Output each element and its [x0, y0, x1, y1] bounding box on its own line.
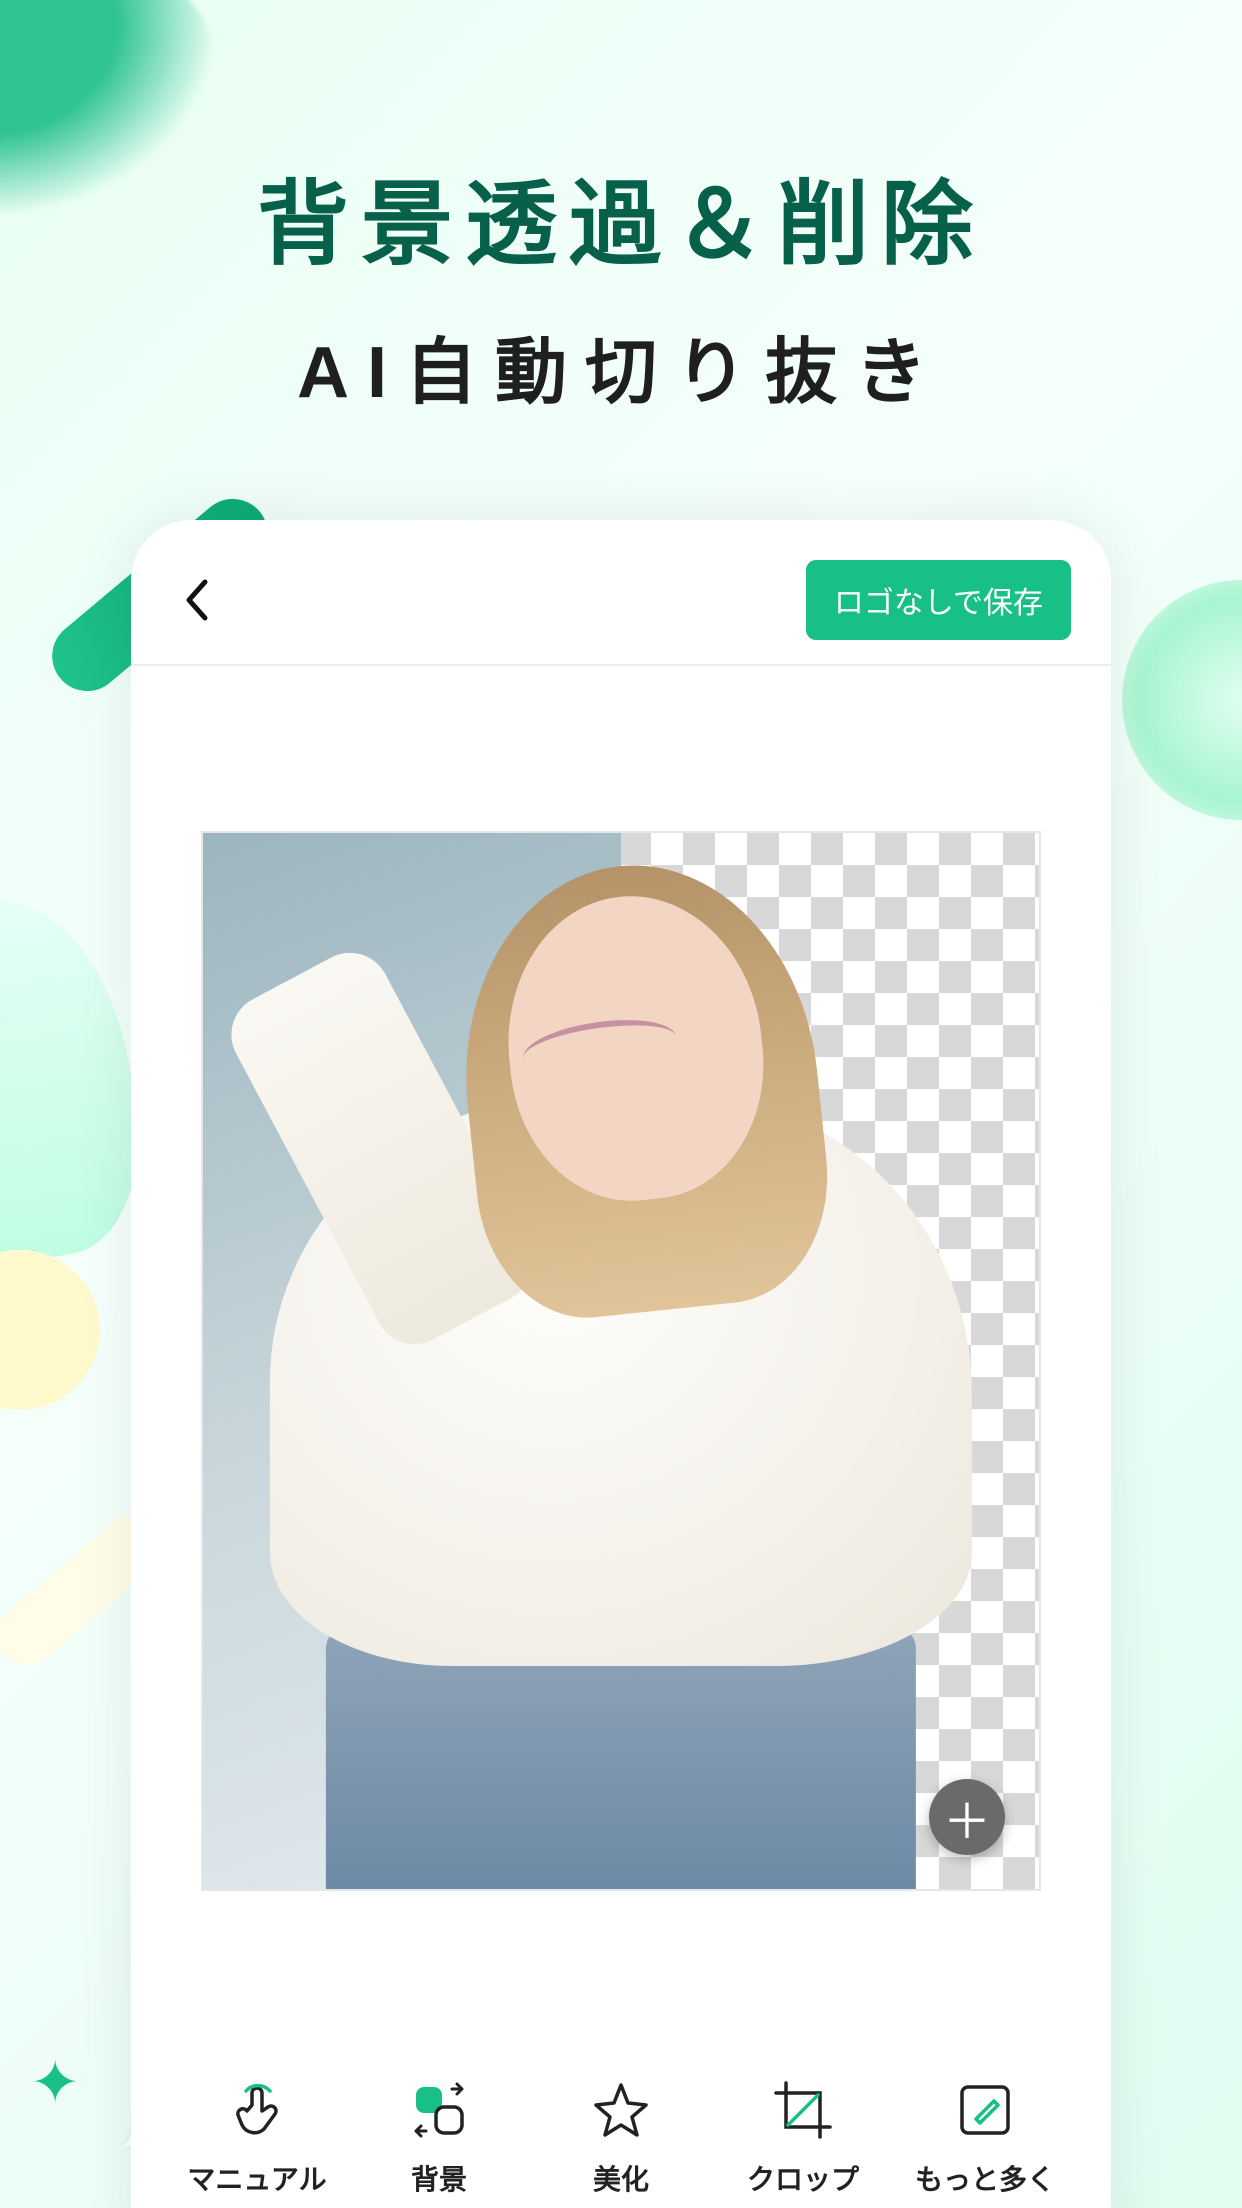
hand-tap-icon: [225, 2078, 289, 2142]
tool-beautify[interactable]: 美化: [531, 2078, 711, 2198]
promo-background: ✦ ✦ 背景透過＆削除 AI自動切り抜き ロゴなしで保存: [0, 0, 1242, 2208]
background-swap-icon: [407, 2078, 471, 2142]
tool-manual[interactable]: マニュアル: [167, 2078, 347, 2198]
subject-cutout: [270, 875, 972, 1889]
tool-crop[interactable]: クロップ: [713, 2078, 893, 2198]
add-button[interactable]: ＋: [929, 1779, 1005, 1855]
image-canvas[interactable]: ＋: [201, 831, 1041, 1891]
blob-decoration: [1122, 580, 1242, 820]
promo-subheadline: AI自動切り抜き: [257, 313, 985, 418]
plus-icon: ＋: [943, 1782, 991, 1852]
tool-label: 美化: [593, 2158, 649, 2198]
edit-icon: [953, 2078, 1017, 2142]
blob-decoration: [0, 1250, 100, 1410]
tool-background[interactable]: 背景: [349, 2078, 529, 2198]
save-without-logo-button[interactable]: ロゴなしで保存: [806, 560, 1071, 640]
chevron-left-icon: [181, 576, 211, 624]
promo-title: 背景透過＆削除 AI自動切り抜き: [257, 150, 985, 418]
tool-label: もっと多く: [915, 2158, 1055, 2198]
top-bar: ロゴなしで保存: [131, 520, 1111, 666]
phone-frame: ロゴなしで保存 ＋: [131, 520, 1111, 2208]
back-button[interactable]: [171, 576, 221, 624]
canvas-area[interactable]: ＋: [131, 666, 1111, 2036]
bottom-toolbar: マニュアル 背景: [131, 2036, 1111, 2208]
promo-headline: 背景透過＆削除: [257, 150, 985, 283]
tool-label: 背景: [411, 2158, 467, 2198]
blob-decoration: [0, 0, 220, 220]
tool-more[interactable]: もっと多く: [895, 2078, 1075, 2198]
tool-label: マニュアル: [187, 2158, 326, 2198]
tool-label: クロップ: [747, 2158, 859, 2198]
crop-icon: [771, 2078, 835, 2142]
sparkle-icon: ✦: [30, 2048, 80, 2118]
star-icon: [589, 2078, 653, 2142]
